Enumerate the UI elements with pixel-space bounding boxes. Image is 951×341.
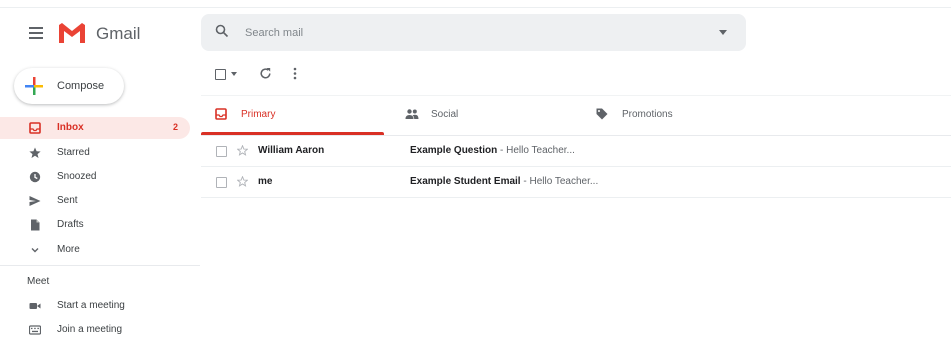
meet-item-label: Join a meeting — [57, 324, 123, 335]
email-sender: me — [258, 176, 273, 187]
sidebar-item-sent[interactable]: Sent — [0, 190, 190, 212]
tab-label: Promotions — [622, 109, 673, 120]
refresh-icon[interactable] — [259, 67, 272, 80]
tab-label: Social — [431, 109, 459, 120]
video-camera-icon — [29, 303, 41, 309]
search-bar[interactable] — [201, 14, 746, 51]
search-options-icon[interactable] — [719, 30, 727, 35]
tab-social[interactable]: Social — [391, 96, 581, 135]
star-outline-icon[interactable] — [237, 145, 248, 156]
sidebar-item-label: Sent — [57, 195, 78, 206]
draft-icon — [31, 219, 40, 231]
select-options-icon[interactable] — [231, 72, 237, 76]
email-row[interactable]: me Example Student Email - Hello Teacher… — [201, 167, 951, 198]
compose-button[interactable]: Compose — [14, 68, 124, 104]
send-icon — [29, 196, 41, 206]
more-options-icon[interactable] — [293, 67, 297, 80]
meet-join-meeting[interactable]: Join a meeting — [0, 319, 190, 341]
meet-item-label: Start a meeting — [57, 300, 125, 311]
tab-primary[interactable]: Primary — [201, 96, 384, 135]
email-preview: Example Student Email - Hello Teacher... — [410, 176, 598, 187]
gmail-logo[interactable] — [57, 22, 87, 44]
plus-icon — [25, 77, 43, 95]
inbox-icon — [29, 122, 41, 134]
select-all-checkbox[interactable] — [215, 69, 226, 80]
keyboard-icon — [29, 325, 41, 335]
email-row[interactable]: William Aaron Example Question - Hello T… — [201, 136, 951, 167]
sidebar-item-snoozed[interactable]: Snoozed — [0, 166, 190, 188]
top-divider — [0, 7, 951, 8]
email-subject: Example Student Email — [410, 176, 521, 187]
email-snippet: - Hello Teacher... — [497, 145, 575, 156]
row-checkbox[interactable] — [216, 177, 227, 188]
sidebar-item-label: Snoozed — [57, 171, 97, 182]
search-icon[interactable] — [215, 24, 229, 38]
sidebar-item-starred[interactable]: Starred — [0, 142, 190, 164]
star-outline-icon[interactable] — [237, 176, 248, 187]
meet-heading: Meet — [27, 276, 50, 287]
clock-icon — [29, 171, 41, 183]
sidebar-item-label: More — [57, 244, 80, 255]
sidebar-item-drafts[interactable]: Drafts — [0, 214, 190, 236]
brand-name: Gmail — [96, 24, 141, 43]
email-preview: Example Question - Hello Teacher... — [410, 145, 575, 156]
compose-label: Compose — [57, 80, 105, 92]
tab-promotions[interactable]: Promotions — [582, 96, 772, 135]
row-checkbox[interactable] — [216, 146, 227, 157]
sidebar-item-label: Drafts — [57, 219, 84, 230]
email-sender: William Aaron — [258, 145, 325, 156]
tag-icon — [596, 108, 608, 120]
search-input[interactable] — [243, 23, 707, 43]
tab-label: Primary — [241, 109, 276, 120]
inbox-icon — [215, 108, 227, 120]
email-snippet: - Hello Teacher... — [520, 176, 599, 187]
sidebar-item-label: Inbox — [57, 122, 84, 133]
sidebar-divider — [0, 265, 200, 266]
sidebar-item-inbox[interactable]: Inbox 2 — [0, 117, 190, 139]
unread-count: 2 — [172, 122, 178, 132]
sidebar-item-more[interactable]: More — [0, 239, 190, 261]
main-menu-icon[interactable] — [29, 27, 43, 39]
star-icon — [29, 147, 41, 158]
chevron-down-icon — [31, 248, 39, 253]
sidebar-item-label: Starred — [57, 147, 90, 158]
email-subject: Example Question — [410, 145, 498, 156]
people-icon — [405, 109, 419, 119]
meet-start-meeting[interactable]: Start a meeting — [0, 295, 190, 317]
